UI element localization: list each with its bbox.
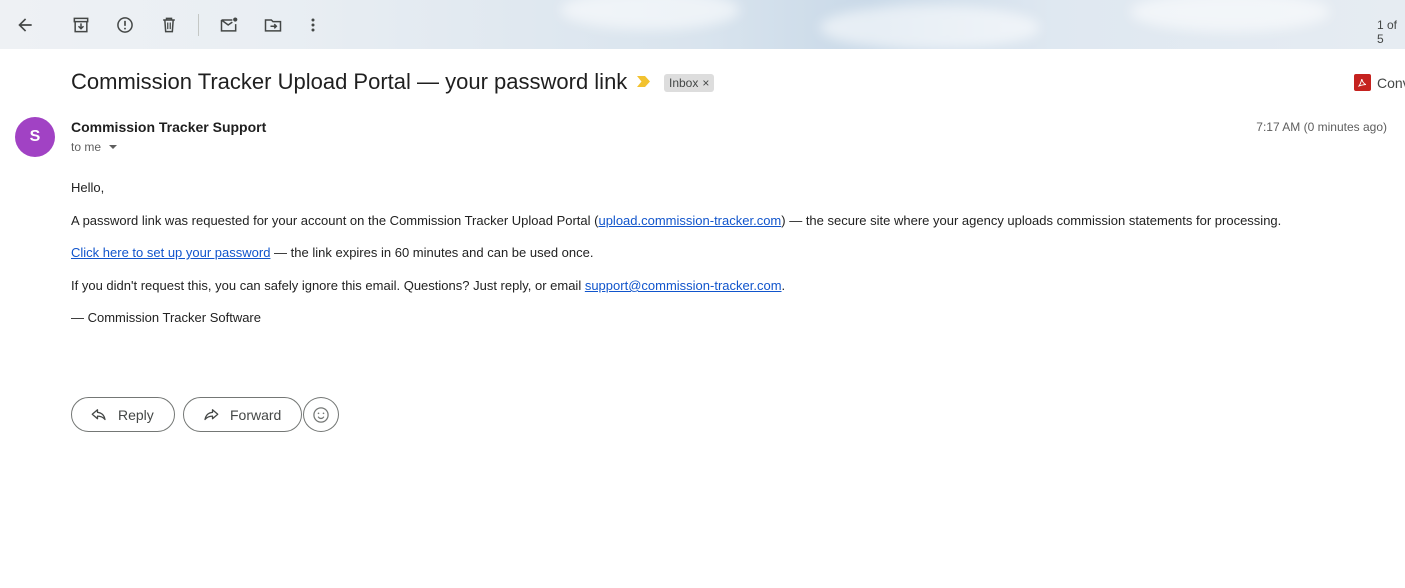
more-options-button[interactable] xyxy=(296,8,330,42)
delete-icon xyxy=(163,17,175,33)
body-signoff: — Commission Tracker Software xyxy=(71,310,261,325)
reply-icon xyxy=(91,408,106,420)
body-paragraph-2: Click here to set up your password — the… xyxy=(71,245,593,260)
sender-name[interactable]: Commission Tracker Support xyxy=(71,119,266,135)
header-background-cloud xyxy=(820,5,1040,49)
para1-text-before: A password link was requested for your a… xyxy=(71,213,599,228)
pagination-count: 1 of 5 xyxy=(1377,18,1398,46)
remove-label-button[interactable]: × xyxy=(702,76,709,90)
reply-button[interactable]: Reply xyxy=(71,397,175,432)
delete-button[interactable] xyxy=(152,8,186,42)
more-vert-icon xyxy=(311,18,315,32)
body-greeting: Hello, xyxy=(71,180,105,195)
message-toolbar: 1 of 5 xyxy=(0,0,1405,49)
reply-label: Reply xyxy=(118,406,154,423)
recipient-text: to me xyxy=(71,140,102,154)
body-paragraph-1: A password link was requested for your a… xyxy=(71,213,1281,228)
conversation-snippet: Conv xyxy=(1377,74,1405,91)
para1-text-after: ) — the secure site where your agency up… xyxy=(781,213,1282,228)
portal-url-link[interactable]: upload.commission-tracker.com xyxy=(598,213,781,228)
para2-text-after: — the link expires in 60 minutes and can… xyxy=(270,245,594,260)
forward-button[interactable]: Forward xyxy=(183,397,303,432)
email-subject: Commission Tracker Upload Portal — your … xyxy=(71,69,628,94)
support-email-link[interactable]: support@commission-tracker.com xyxy=(585,278,782,293)
back-button[interactable] xyxy=(8,8,42,42)
toolbar-divider xyxy=(198,14,199,36)
inbox-label-chip: Inbox × xyxy=(664,74,715,92)
forward-label: Forward xyxy=(230,406,282,423)
mark-unread-button[interactable] xyxy=(212,8,246,42)
pdf-icon xyxy=(1354,74,1371,91)
body-paragraph-3: If you didn't request this, you can safe… xyxy=(71,278,785,293)
para3-text-after: . xyxy=(781,278,786,293)
report-spam-icon xyxy=(117,17,133,33)
header-background-cloud xyxy=(560,0,740,30)
header-background-cloud xyxy=(1130,0,1330,32)
importance-marker-icon[interactable] xyxy=(637,76,650,87)
move-to-button[interactable] xyxy=(256,8,290,42)
add-reaction-button[interactable] xyxy=(303,397,339,432)
label-text: Inbox xyxy=(669,76,699,90)
archive-button[interactable] xyxy=(64,8,98,42)
setup-password-link[interactable]: Click here to set up your password xyxy=(71,245,270,260)
archive-icon xyxy=(73,17,89,33)
conversation-attachment-link[interactable]: Conv xyxy=(1354,74,1405,91)
para3-text-before: If you didn't request this, you can safe… xyxy=(71,278,585,293)
mark-unread-icon xyxy=(220,17,238,32)
report-spam-button[interactable] xyxy=(108,8,142,42)
move-to-icon xyxy=(264,19,282,32)
sender-avatar[interactable]: S xyxy=(15,117,55,157)
recipient-details-toggle[interactable]: to me xyxy=(71,140,118,154)
chevron-down-icon xyxy=(109,145,118,149)
back-arrow-icon xyxy=(18,18,32,32)
emoji-icon xyxy=(313,406,329,423)
email-timestamp: 7:17 AM (0 minutes ago) xyxy=(1256,120,1387,134)
forward-icon xyxy=(204,408,219,420)
